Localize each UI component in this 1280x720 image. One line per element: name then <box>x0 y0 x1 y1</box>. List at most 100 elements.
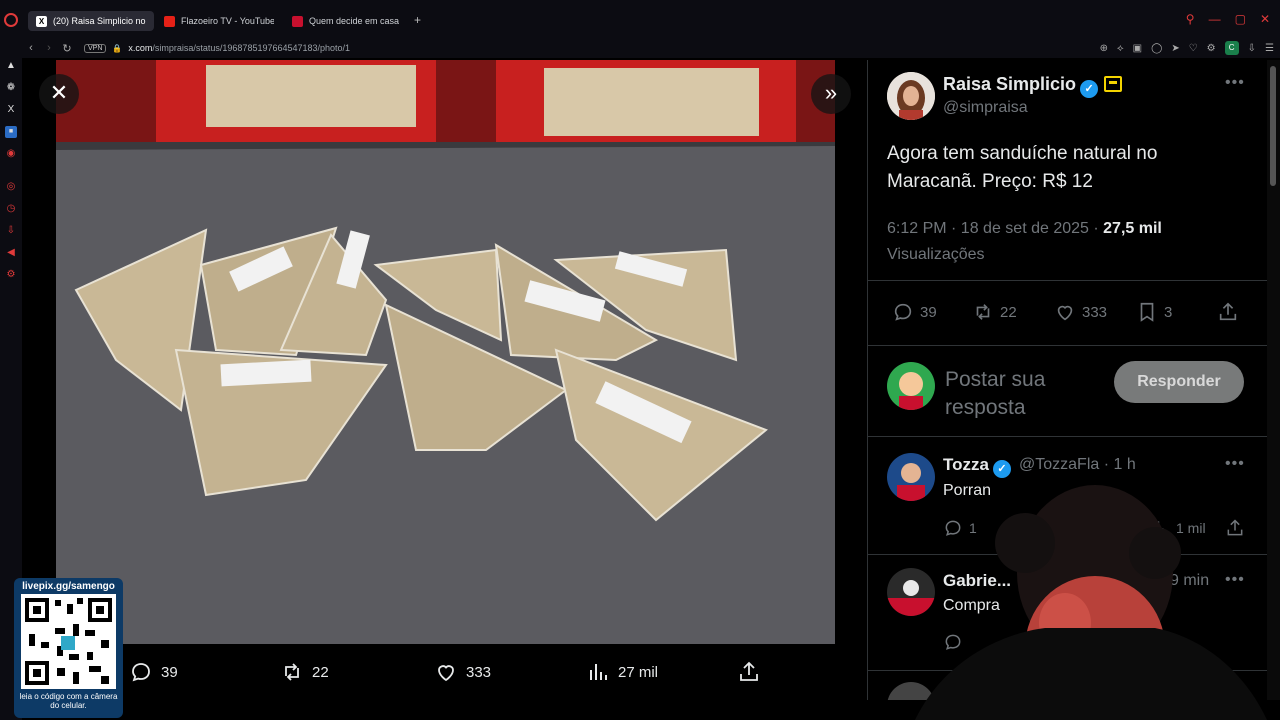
new-tab-button[interactable]: + <box>414 13 421 27</box>
youtube-icon <box>164 15 175 27</box>
repost-count: 22 <box>1000 303 1017 321</box>
url-host: x.com <box>128 43 153 53</box>
tab-youtube[interactable]: Flazoeiro TV - YouTube <box>156 11 282 31</box>
tab-label: Quem decide em casa na <box>309 16 402 26</box>
livepix-qr-overlay: livepix.gg/samengo leia o código com a c… <box>14 578 123 718</box>
streamer-webcam <box>905 483 1267 720</box>
more-options-icon[interactable]: ••• <box>1225 455 1245 473</box>
forward-button[interactable]: › <box>40 42 58 54</box>
photo-action-bar: 39 22 333 27 mil <box>22 648 867 696</box>
reply-icon <box>894 303 912 321</box>
tweet-text: Agora tem sanduíche natural no Maracanã.… <box>887 143 1158 192</box>
bookmark-button[interactable]: 3 <box>1136 301 1172 323</box>
heart-icon <box>1057 305 1073 321</box>
reply-submit-button[interactable]: Responder <box>1114 361 1244 403</box>
browser-tab-bar: X (20) Raisa Simplicio no X: Flazoeiro T… <box>0 0 1280 38</box>
search-icon[interactable]: ⚲ <box>1186 12 1195 26</box>
author-photo-image <box>887 72 935 120</box>
wallet-icon[interactable]: ◀ <box>5 247 17 259</box>
vk-icon[interactable]: ◉ <box>5 148 17 160</box>
profile-avatar[interactable]: C <box>1224 41 1239 55</box>
photo-like-count: 333 <box>466 663 492 681</box>
zoom-icon[interactable]: ⊕ <box>1100 43 1108 54</box>
reply-author-handle[interactable]: @TozzaFla · 1 h <box>1019 456 1136 474</box>
tweet-photo[interactable] <box>56 60 835 644</box>
divider <box>868 345 1267 346</box>
photo-repost-count: 22 <box>312 663 329 681</box>
repost-icon <box>976 304 990 320</box>
tab-label: Flazoeiro TV - YouTube <box>181 16 274 26</box>
snapshot-icon[interactable]: ▣ <box>1133 43 1142 54</box>
translate-icon[interactable]: ■ <box>5 126 17 138</box>
photo-like-button[interactable]: 333 <box>434 660 491 684</box>
qr-code-icon <box>21 594 116 689</box>
address-bar-tools: ⊕ ⟡ ▣ ◯ ➤ ♡ ⚙ C ⇩ ☰ <box>1100 41 1274 55</box>
tab-news[interactable]: Quem decide em casa na <box>284 11 410 31</box>
analytics-icon <box>590 664 607 680</box>
reload-button[interactable]: ↻ <box>58 42 76 55</box>
extensions-icon[interactable]: ⚙ <box>1207 43 1216 54</box>
tweet-stats-bar: 39 22 333 3 <box>868 298 1267 328</box>
shield-icon[interactable]: ◯ <box>1151 43 1162 54</box>
url-path: /simpraisa/status/1968785197664547183/ph… <box>152 43 351 53</box>
author-avatar[interactable] <box>887 72 935 120</box>
settings-gear-icon[interactable]: ⚙ <box>5 269 17 281</box>
tweet-view-count: 27,5 mil <box>1103 220 1162 237</box>
share-icon[interactable]: ➤ <box>1171 43 1179 54</box>
url-field[interactable]: x.com/simpraisa/status/19687851976645471… <box>128 43 350 53</box>
reply-count: 39 <box>920 303 937 321</box>
opera-logo-icon[interactable] <box>4 13 18 27</box>
close-window-button[interactable]: ✕ <box>1260 12 1270 26</box>
vpn-badge[interactable]: VPN <box>84 43 107 53</box>
aria-icon[interactable]: ▲ <box>5 60 17 72</box>
repost-button[interactable]: 22 <box>972 301 1017 323</box>
sandwich-photo-image <box>56 60 835 644</box>
reply-input[interactable]: Postar sua resposta <box>945 366 1105 418</box>
pin-icon[interactable]: ⟡ <box>1117 43 1124 54</box>
share-button[interactable] <box>1217 301 1239 323</box>
tweet-meta: 6:12 PM · 18 de set de 2025 · 27,5 mil V… <box>887 216 1247 268</box>
photo-share-button[interactable] <box>737 660 761 684</box>
lock-icon[interactable]: 🔒 <box>112 44 122 53</box>
photo-views-button[interactable]: 27 mil <box>586 660 658 684</box>
expand-panel-button[interactable]: » <box>811 74 851 114</box>
downloads-icon[interactable]: ⇩ <box>5 225 17 237</box>
author-handle[interactable]: @simpraisa <box>943 99 1028 117</box>
divider <box>868 436 1267 437</box>
x-icon[interactable]: X <box>5 104 17 116</box>
history-icon[interactable]: ◷ <box>5 203 17 215</box>
menu-icon[interactable]: ☰ <box>1265 43 1274 54</box>
heart-icon <box>438 665 454 682</box>
reply-author-name-text: Tozza <box>943 455 989 474</box>
verified-badge-icon: ✓ <box>992 460 1011 478</box>
heart-icon[interactable]: ♡ <box>1189 43 1198 54</box>
back-button[interactable]: ‹ <box>22 42 40 54</box>
qr-code-image <box>25 598 112 685</box>
player-icon[interactable]: ◎ <box>5 181 17 193</box>
reply-icon <box>132 663 150 682</box>
reply-author-name[interactable]: Tozza ✓ <box>943 455 1011 478</box>
download-icon[interactable]: ⇩ <box>1248 43 1256 54</box>
photo-repost-button[interactable]: 22 <box>280 660 329 684</box>
qr-note: leia o código com a câmera do celular. <box>19 692 118 710</box>
photo-reply-count: 39 <box>161 663 178 681</box>
like-button[interactable]: 333 <box>1054 301 1107 323</box>
divider <box>868 280 1267 281</box>
photo-views-count: 27 mil <box>618 663 659 681</box>
bookmark-icon <box>1140 302 1154 322</box>
photo-viewer: ✕ » 39 22 333 27 mil <box>22 58 867 700</box>
maximize-button[interactable]: ▢ <box>1235 12 1246 26</box>
more-options-icon[interactable]: ••• <box>1225 74 1245 92</box>
photo-reply-button[interactable]: 39 <box>129 660 178 684</box>
reply-button[interactable]: 39 <box>892 301 937 323</box>
close-photo-button[interactable]: ✕ <box>39 74 79 114</box>
minimize-button[interactable]: ― <box>1209 12 1221 26</box>
chatgpt-icon[interactable]: ❁ <box>5 82 17 94</box>
tab-x[interactable]: X (20) Raisa Simplicio no X: <box>28 11 154 31</box>
my-avatar[interactable] <box>887 362 935 410</box>
tweet-timestamp[interactable]: 6:12 PM · 18 de set de 2025 · <box>887 220 1103 237</box>
author-name[interactable]: Raisa Simplicio ✓ <box>943 74 1123 98</box>
scrollbar-thumb[interactable] <box>1270 66 1276 186</box>
panel-scrollbar[interactable] <box>1267 60 1280 700</box>
verified-badge-icon: ✓ <box>1080 80 1099 98</box>
